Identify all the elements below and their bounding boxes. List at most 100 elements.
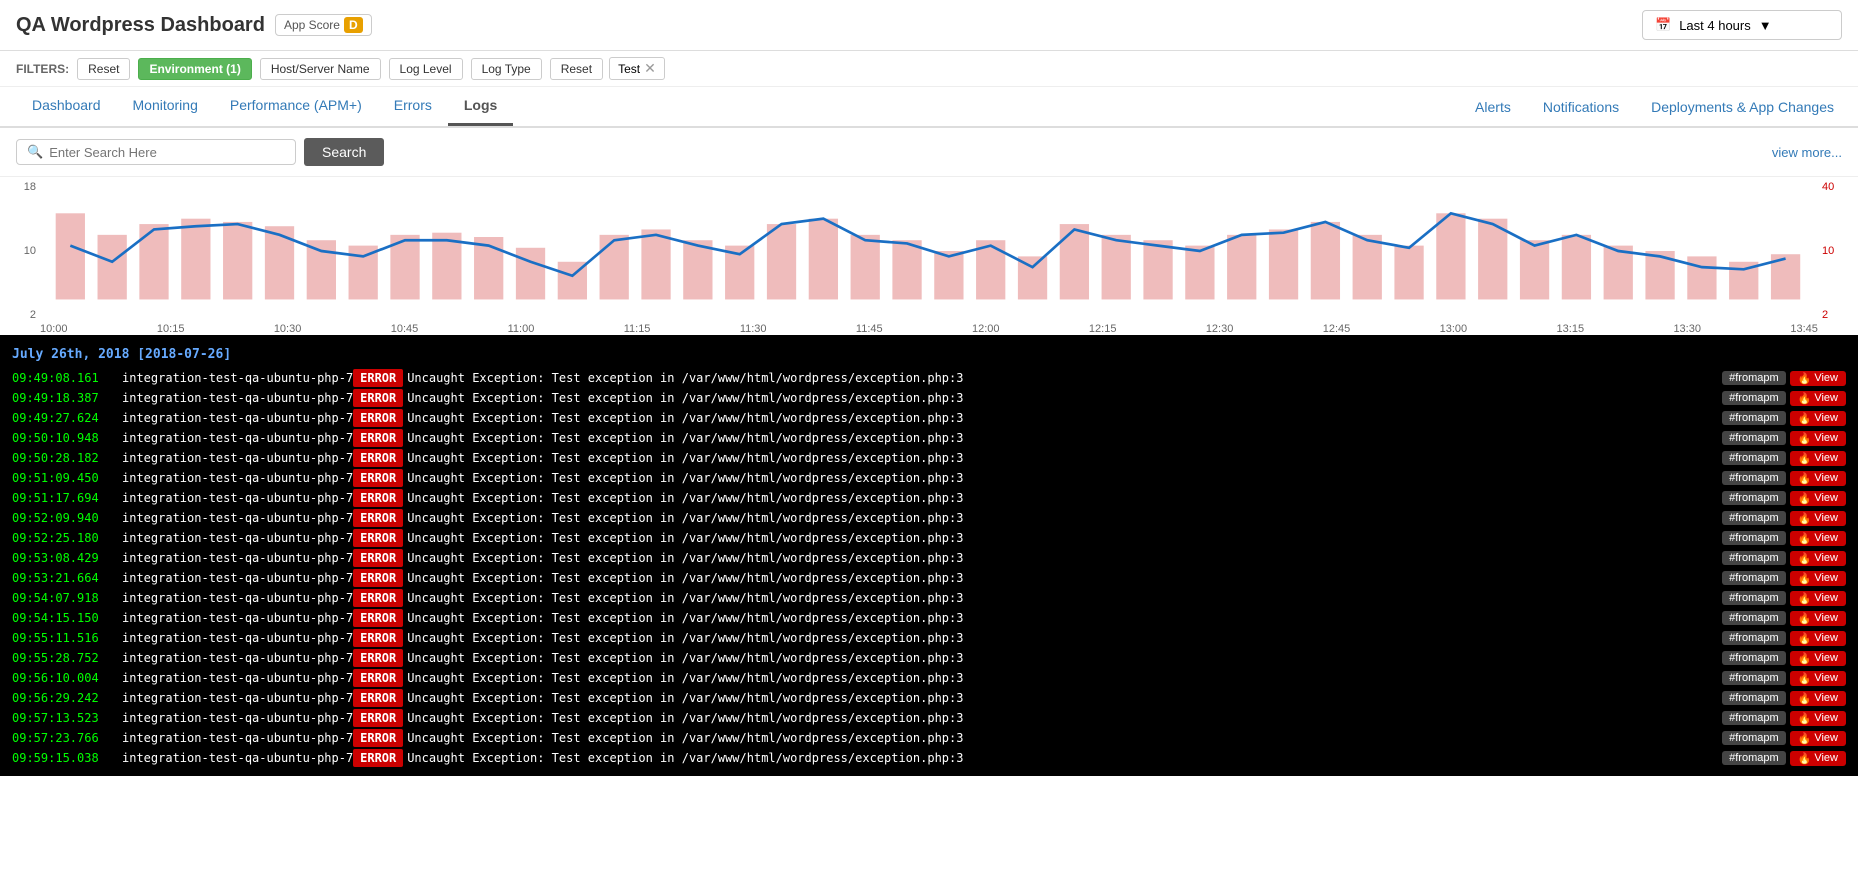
log-server: integration-test-qa-ubuntu-php-7 bbox=[122, 529, 353, 547]
fromapm-button[interactable]: #fromapm bbox=[1722, 391, 1786, 405]
fromapm-button[interactable]: #fromapm bbox=[1722, 491, 1786, 505]
tab-errors[interactable]: Errors bbox=[378, 87, 448, 126]
tab-alerts[interactable]: Alerts bbox=[1467, 89, 1519, 125]
view-button[interactable]: 🔥 View bbox=[1790, 651, 1846, 666]
table-row: 09:55:11.516 integration-test-qa-ubuntu-… bbox=[12, 628, 1846, 648]
x-label-15: 13:45 bbox=[1790, 323, 1818, 335]
log-time: 09:56:10.004 bbox=[12, 669, 122, 687]
tab-notifications[interactable]: Notifications bbox=[1535, 89, 1627, 125]
x-label-4: 11:00 bbox=[508, 323, 535, 335]
view-button[interactable]: 🔥 View bbox=[1790, 391, 1846, 406]
reset-filter-button[interactable]: Reset bbox=[77, 58, 130, 80]
log-time: 09:52:09.940 bbox=[12, 509, 122, 527]
fromapm-button[interactable]: #fromapm bbox=[1722, 691, 1786, 705]
view-button[interactable]: 🔥 View bbox=[1790, 711, 1846, 726]
table-row: 09:51:09.450 integration-test-qa-ubuntu-… bbox=[12, 468, 1846, 488]
tab-dashboard[interactable]: Dashboard bbox=[16, 87, 117, 126]
view-button[interactable]: 🔥 View bbox=[1790, 571, 1846, 586]
fromapm-button[interactable]: #fromapm bbox=[1722, 551, 1786, 565]
fromapm-button[interactable]: #fromapm bbox=[1722, 531, 1786, 545]
fire-icon: 🔥 bbox=[1798, 632, 1812, 645]
log-level-badge: ERROR bbox=[353, 469, 403, 487]
fromapm-button[interactable]: #fromapm bbox=[1722, 571, 1786, 585]
view-button[interactable]: 🔥 View bbox=[1790, 511, 1846, 526]
view-button[interactable]: 🔥 View bbox=[1790, 411, 1846, 426]
log-time: 09:52:25.180 bbox=[12, 529, 122, 547]
fromapm-button[interactable]: #fromapm bbox=[1722, 471, 1786, 485]
view-button[interactable]: 🔥 View bbox=[1790, 631, 1846, 646]
fromapm-button[interactable]: #fromapm bbox=[1722, 511, 1786, 525]
log-server: integration-test-qa-ubuntu-php-7 bbox=[122, 649, 353, 667]
table-row: 09:56:10.004 integration-test-qa-ubuntu-… bbox=[12, 668, 1846, 688]
view-button[interactable]: 🔥 View bbox=[1790, 491, 1846, 506]
fromapm-button[interactable]: #fromapm bbox=[1722, 671, 1786, 685]
view-button[interactable]: 🔥 View bbox=[1790, 751, 1846, 766]
log-time: 09:49:27.624 bbox=[12, 409, 122, 427]
chart-y-right: 40 10 2 bbox=[1818, 181, 1842, 321]
view-button[interactable]: 🔥 View bbox=[1790, 531, 1846, 546]
log-time: 09:49:18.387 bbox=[12, 389, 122, 407]
fromapm-button[interactable]: #fromapm bbox=[1722, 751, 1786, 765]
log-time: 09:57:23.766 bbox=[12, 729, 122, 747]
log-message: Uncaught Exception: Test exception in /v… bbox=[407, 449, 1722, 467]
tag-reset-button[interactable]: Reset bbox=[550, 58, 603, 80]
tab-monitoring[interactable]: Monitoring bbox=[117, 87, 214, 126]
time-selector[interactable]: 📅 Last 4 hours ▼ bbox=[1642, 10, 1842, 40]
fromapm-button[interactable]: #fromapm bbox=[1722, 711, 1786, 725]
log-actions: #fromapm 🔥 View bbox=[1722, 471, 1846, 486]
nav-tabs-right: Alerts Notifications Deployments & App C… bbox=[1467, 89, 1842, 125]
fromapm-button[interactable]: #fromapm bbox=[1722, 611, 1786, 625]
view-button[interactable]: 🔥 View bbox=[1790, 551, 1846, 566]
view-button[interactable]: 🔥 View bbox=[1790, 671, 1846, 686]
log-time: 09:55:28.752 bbox=[12, 649, 122, 667]
y-right-bot: 2 bbox=[1822, 309, 1842, 321]
fromapm-button[interactable]: #fromapm bbox=[1722, 591, 1786, 605]
log-level-badge: ERROR bbox=[353, 729, 403, 747]
tab-deployments[interactable]: Deployments & App Changes bbox=[1643, 89, 1842, 125]
log-rows-container: 09:49:08.161 integration-test-qa-ubuntu-… bbox=[12, 368, 1846, 768]
fromapm-button[interactable]: #fromapm bbox=[1722, 371, 1786, 385]
log-server: integration-test-qa-ubuntu-php-7 bbox=[122, 389, 353, 407]
tab-logs[interactable]: Logs bbox=[448, 87, 513, 126]
view-button[interactable]: 🔥 View bbox=[1790, 591, 1846, 606]
search-input[interactable] bbox=[49, 145, 269, 160]
view-button[interactable]: 🔥 View bbox=[1790, 611, 1846, 626]
log-actions: #fromapm 🔥 View bbox=[1722, 651, 1846, 666]
log-message: Uncaught Exception: Test exception in /v… bbox=[407, 649, 1722, 667]
log-type-filter-button[interactable]: Log Type bbox=[471, 58, 542, 80]
search-button[interactable]: Search bbox=[304, 138, 384, 166]
log-level-badge: ERROR bbox=[353, 589, 403, 607]
fromapm-button[interactable]: #fromapm bbox=[1722, 651, 1786, 665]
log-level-filter-button[interactable]: Log Level bbox=[389, 58, 463, 80]
log-server: integration-test-qa-ubuntu-php-7 bbox=[122, 749, 353, 767]
environment-filter-button[interactable]: Environment (1) bbox=[138, 58, 251, 80]
fromapm-button[interactable]: #fromapm bbox=[1722, 411, 1786, 425]
view-more-link[interactable]: view more... bbox=[1772, 145, 1842, 160]
filters-label: FILTERS: bbox=[16, 62, 69, 76]
fromapm-button[interactable]: #fromapm bbox=[1722, 451, 1786, 465]
table-row: 09:55:28.752 integration-test-qa-ubuntu-… bbox=[12, 648, 1846, 668]
fire-icon: 🔥 bbox=[1798, 492, 1812, 505]
y-left-bot: 2 bbox=[16, 309, 36, 321]
log-level-badge: ERROR bbox=[353, 549, 403, 567]
time-selector-label: Last 4 hours bbox=[1679, 18, 1751, 33]
filter-tag-name: Test bbox=[618, 62, 640, 76]
log-server: integration-test-qa-ubuntu-php-7 bbox=[122, 569, 353, 587]
view-button[interactable]: 🔥 View bbox=[1790, 371, 1846, 386]
log-level-badge: ERROR bbox=[353, 509, 403, 527]
view-button[interactable]: 🔥 View bbox=[1790, 451, 1846, 466]
fire-icon: 🔥 bbox=[1798, 552, 1812, 565]
filter-tag-close[interactable]: ✕ bbox=[644, 60, 656, 77]
view-button[interactable]: 🔥 View bbox=[1790, 731, 1846, 746]
host-filter-button[interactable]: Host/Server Name bbox=[260, 58, 381, 80]
view-button[interactable]: 🔥 View bbox=[1790, 691, 1846, 706]
log-message: Uncaught Exception: Test exception in /v… bbox=[407, 529, 1722, 547]
fromapm-button[interactable]: #fromapm bbox=[1722, 631, 1786, 645]
view-button[interactable]: 🔥 View bbox=[1790, 471, 1846, 486]
table-row: 09:50:28.182 integration-test-qa-ubuntu-… bbox=[12, 448, 1846, 468]
fromapm-button[interactable]: #fromapm bbox=[1722, 431, 1786, 445]
view-button[interactable]: 🔥 View bbox=[1790, 431, 1846, 446]
log-actions: #fromapm 🔥 View bbox=[1722, 431, 1846, 446]
fromapm-button[interactable]: #fromapm bbox=[1722, 731, 1786, 745]
tab-performance[interactable]: Performance (APM+) bbox=[214, 87, 378, 126]
